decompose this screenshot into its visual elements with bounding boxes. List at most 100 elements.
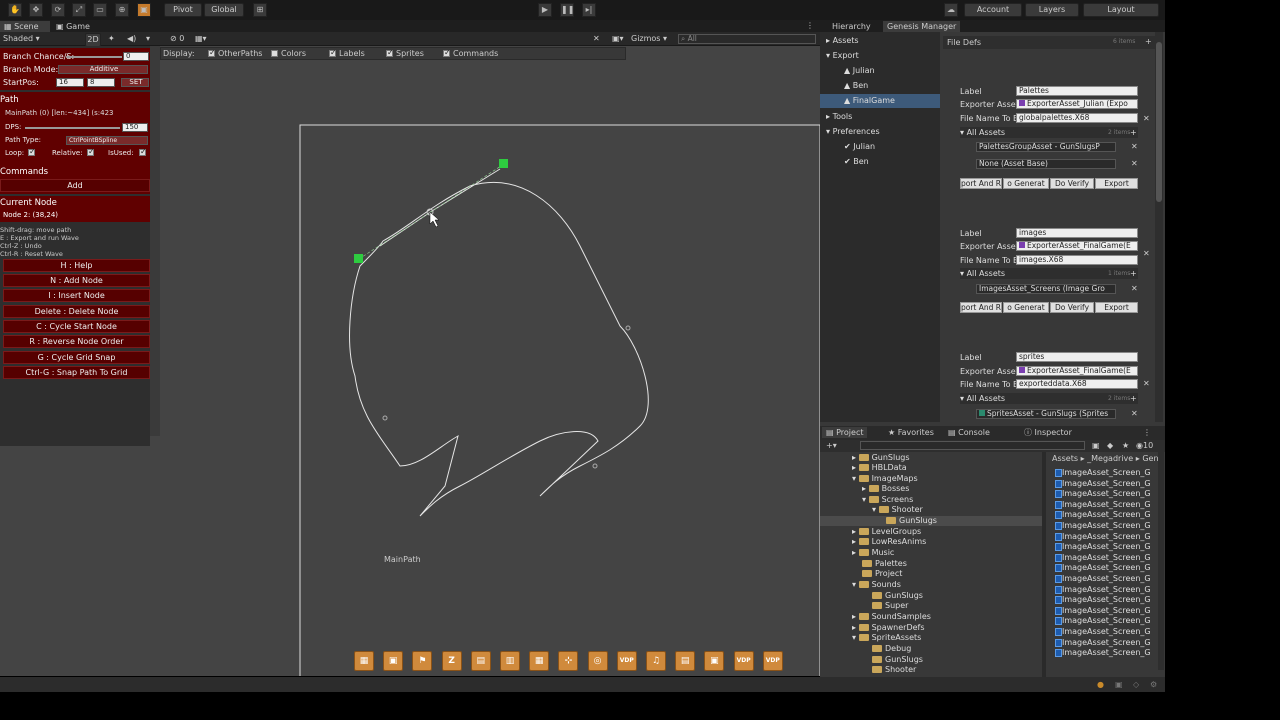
- asset-item[interactable]: ImageAsset_Screen_G: [1055, 489, 1151, 499]
- asset-item[interactable]: ImageAsset_Screen_G: [1055, 521, 1151, 531]
- tree-item[interactable]: Shooter: [872, 665, 916, 675]
- play-icon[interactable]: ▶: [538, 3, 552, 17]
- create-icon[interactable]: +▾: [826, 441, 837, 450]
- grid-icon[interactable]: ▦▾: [195, 34, 207, 43]
- layers-tool-icon[interactable]: ▤: [470, 651, 491, 671]
- cloud-icon[interactable]: ☁: [944, 3, 958, 17]
- vdp-tool-icon[interactable]: VDP: [733, 651, 754, 671]
- label-field[interactable]: sprites: [1016, 352, 1138, 362]
- transform-tool-icon[interactable]: ⊕: [115, 3, 129, 17]
- tab-genesis-manager[interactable]: Genesis Manager: [883, 21, 961, 32]
- vdp-tool-icon[interactable]: VDP: [762, 651, 783, 671]
- effects-icon[interactable]: ▾: [146, 34, 150, 43]
- reverse-node-order-button[interactable]: R : Reverse Node Order: [3, 335, 150, 348]
- tree-item[interactable]: ▸ GunSlugs: [852, 453, 910, 463]
- rotate-tool-icon[interactable]: ⟳: [51, 3, 65, 17]
- tree-item[interactable]: ▾ SpriteAssets: [852, 633, 921, 643]
- sprites-checkbox[interactable]: [386, 48, 394, 57]
- remove-entry-icon[interactable]: ✕: [1143, 379, 1150, 388]
- filename-field[interactable]: globalpalettes.X68: [1016, 113, 1138, 123]
- asset-item[interactable]: ImageAsset_Screen_G: [1055, 553, 1151, 563]
- tree-item[interactable]: GunSlugs: [872, 591, 923, 601]
- pause-icon[interactable]: ❚❚: [560, 3, 574, 17]
- exporter-field[interactable]: ExporterAsset_FinalGame(E: [1016, 366, 1138, 376]
- remove-entry-icon[interactable]: ✕: [1143, 249, 1150, 258]
- grid-tool-icon[interactable]: ▦: [354, 651, 374, 671]
- project-search-input[interactable]: [860, 441, 1085, 450]
- tree-item[interactable]: ▾ Sounds: [852, 580, 901, 590]
- all-assets-header[interactable]: ▾ All Assets 2 items +: [960, 127, 1138, 138]
- filter-label-icon[interactable]: ◆: [1107, 441, 1113, 450]
- remove-asset-icon[interactable]: ✕: [1131, 142, 1138, 151]
- colors-checkbox[interactable]: [271, 50, 278, 57]
- move-tool-icon[interactable]: ✥: [29, 3, 43, 17]
- start-pos-x-field[interactable]: 16: [56, 78, 84, 87]
- asset-field[interactable]: None (Asset Base): [976, 159, 1116, 169]
- export-button[interactable]: Export: [1095, 178, 1138, 189]
- scene-search-input[interactable]: ⌕ All: [678, 34, 816, 44]
- settings-icon[interactable]: ⚙: [1150, 680, 1157, 689]
- remove-asset-icon[interactable]: ✕: [1131, 409, 1138, 418]
- audio-icon[interactable]: ◀): [127, 34, 136, 43]
- add-command-button[interactable]: Add: [0, 179, 150, 192]
- global-button[interactable]: Global: [204, 3, 244, 17]
- tree-item[interactable]: ▸ LevelGroups: [852, 527, 921, 537]
- start-pos-y-field[interactable]: 8: [87, 78, 115, 87]
- grid2-tool-icon[interactable]: ▦: [529, 651, 550, 671]
- tree-item[interactable]: ▸ Music: [852, 548, 894, 558]
- tab-hierarchy[interactable]: Hierarchy: [828, 21, 875, 32]
- light-icon[interactable]: ✦: [108, 34, 115, 43]
- layer-count[interactable]: ⊘ 0: [170, 34, 184, 43]
- favorite-icon[interactable]: ★: [1122, 441, 1129, 450]
- panel-menu-icon[interactable]: ⋮: [1143, 428, 1151, 437]
- snap-icon[interactable]: ⊞: [253, 3, 267, 17]
- hierarchy-item[interactable]: ▲ Ben: [820, 79, 940, 93]
- delete-node-button[interactable]: Delete : Delete Node: [3, 305, 150, 318]
- rect-tool-icon[interactable]: ▭: [93, 3, 107, 17]
- breadcrumb[interactable]: Assets ▸ _Megadrive ▸ Gen: [1052, 454, 1159, 463]
- asset-item[interactable]: ImageAsset_Screen_G: [1055, 595, 1151, 605]
- remove-asset-icon[interactable]: ✕: [1131, 284, 1138, 293]
- debug-icon[interactable]: ▣: [1115, 680, 1123, 689]
- asset-item[interactable]: ImageAsset_Screen_G: [1055, 585, 1151, 595]
- branch-mode-dropdown[interactable]: Additive: [58, 65, 148, 74]
- tree-item[interactable]: ▸ SpawnerDefs: [852, 623, 925, 633]
- set-button[interactable]: SET: [121, 78, 149, 87]
- hierarchy-item[interactable]: ▾ Export: [820, 49, 940, 63]
- asset-item[interactable]: ImageAsset_Screen_G: [1055, 532, 1151, 542]
- asset-item[interactable]: ImageAsset_Screen_G: [1055, 510, 1151, 520]
- help-button[interactable]: H : Help: [3, 259, 150, 272]
- tab-project[interactable]: ▤ Project: [822, 427, 868, 438]
- asset-item[interactable]: ImageAsset_Screen_G: [1055, 616, 1151, 626]
- asset-field[interactable]: SpritesAsset - GunSlugs (Sprites: [976, 409, 1116, 419]
- export-button[interactable]: Export: [1095, 302, 1138, 313]
- import-button[interactable]: port And R: [960, 178, 1002, 189]
- step-icon[interactable]: ▸|: [582, 3, 596, 17]
- tab-game[interactable]: ▣ Game: [52, 21, 98, 32]
- hierarchy-item[interactable]: ▸ Assets: [820, 34, 940, 48]
- loop-checkbox[interactable]: [28, 147, 36, 156]
- account-dropdown[interactable]: Account: [964, 3, 1022, 17]
- asset-item[interactable]: ImageAsset_Screen_G: [1055, 648, 1151, 658]
- shading-dropdown[interactable]: Shaded ▾: [3, 34, 40, 43]
- tree-item[interactable]: GunSlugs: [820, 516, 1042, 526]
- layers-dropdown[interactable]: Layers: [1025, 3, 1079, 17]
- insert-node-button[interactable]: I : Insert Node: [3, 289, 150, 302]
- dps-slider[interactable]: [25, 127, 120, 129]
- asset-field[interactable]: ImagesAsset_Screens (Image Gro: [976, 284, 1116, 294]
- asset-field[interactable]: PalettesGroupAsset - GunSlugsP: [976, 142, 1116, 152]
- tab-console[interactable]: ▤ Console: [944, 427, 994, 438]
- hierarchy-item[interactable]: ▲ Julian: [820, 64, 940, 78]
- path-node-marker[interactable]: [592, 463, 598, 469]
- tab-scene[interactable]: ▦ Scene: [0, 21, 50, 32]
- tab-menu-icon[interactable]: ⋮: [806, 21, 814, 30]
- isused-checkbox[interactable]: [139, 147, 147, 156]
- hierarchy-item[interactable]: ✔ Ben: [820, 155, 940, 169]
- box-tool-icon[interactable]: ▣: [383, 651, 404, 671]
- labels-checkbox[interactable]: [329, 48, 337, 57]
- asset-item[interactable]: ImageAsset_Screen_G: [1055, 542, 1151, 552]
- tree-item[interactable]: ▾ Screens: [862, 495, 913, 505]
- asset-item[interactable]: ImageAsset_Screen_G: [1055, 479, 1151, 489]
- globe-tool-icon[interactable]: ◎: [587, 651, 608, 671]
- path-node-marker[interactable]: [625, 325, 631, 331]
